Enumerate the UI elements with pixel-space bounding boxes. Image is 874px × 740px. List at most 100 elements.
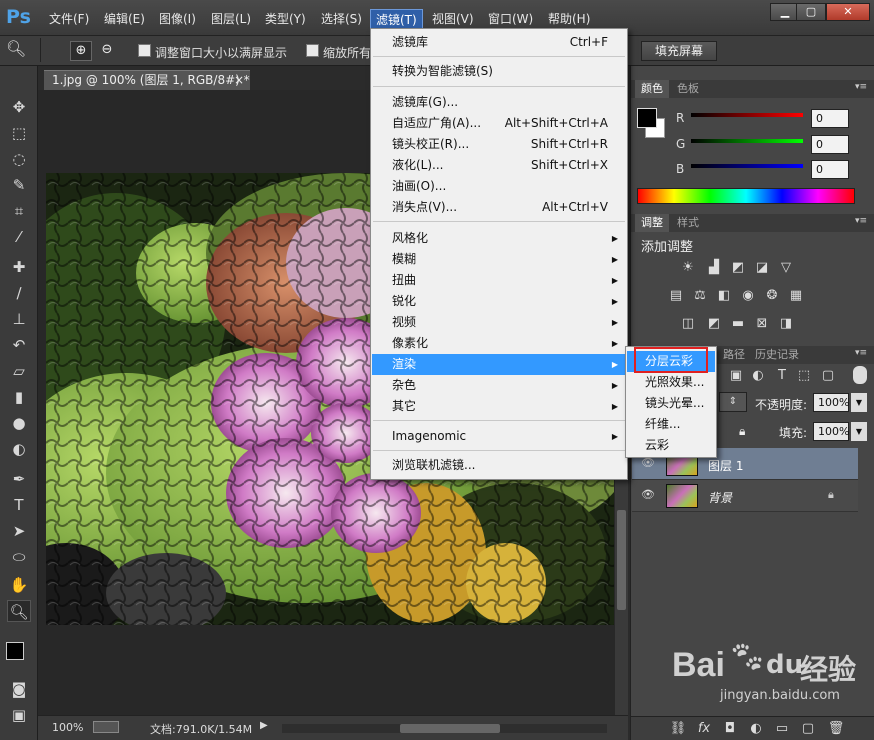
foreground-color-swatch[interactable]	[6, 642, 24, 660]
tab-history[interactable]: 历史记录	[749, 346, 805, 364]
history-brush-icon[interactable]: ↶	[7, 334, 31, 356]
new-group-icon[interactable]: ▭	[773, 721, 791, 737]
menu-item-liquify[interactable]: 液化(L)... Shift+Ctrl+X	[372, 155, 626, 176]
tab-color[interactable]: 颜色	[635, 80, 669, 98]
menu-item-sharpen[interactable]: 锐化 ▶	[372, 291, 626, 312]
channel-g-value[interactable]: 0	[811, 135, 849, 154]
channel-b-value[interactable]: 0	[811, 160, 849, 179]
brightness-icon[interactable]: ☀	[679, 260, 697, 276]
filter-type-icon[interactable]: T	[773, 368, 791, 384]
invert-icon[interactable]: ◫	[679, 316, 697, 332]
menu-item-distort[interactable]: 扭曲 ▶	[372, 270, 626, 291]
menu-select[interactable]: 选择(S)	[316, 9, 367, 29]
eraser-tool-icon[interactable]: ▱	[7, 360, 31, 382]
type-tool-icon[interactable]: T	[7, 494, 31, 516]
filter-adjustment-icon[interactable]: ◐	[749, 368, 767, 384]
menu-item-adaptive-wide-angle[interactable]: 自适应广角(A)... Alt+Shift+Ctrl+A	[372, 113, 626, 134]
adjustments-menu-icon[interactable]: ▾≡	[855, 216, 867, 226]
background-layer-name[interactable]: 背景	[708, 489, 732, 506]
exposure-icon[interactable]: ◪	[753, 260, 771, 276]
lock-all-icon[interactable]: 🔒︎	[739, 424, 745, 439]
menu-item-video[interactable]: 视频 ▶	[372, 312, 626, 333]
zoom-all-checkbox[interactable]	[306, 44, 319, 57]
horizontal-scroll-thumb[interactable]	[400, 724, 500, 733]
tab-styles[interactable]: 样式	[671, 214, 705, 232]
layers-menu-icon[interactable]: ▾≡	[855, 348, 867, 358]
levels-icon[interactable]: ▟	[705, 260, 723, 276]
submenu-item-lens-flare[interactable]: 镜头光晕...	[627, 393, 715, 414]
add-mask-icon[interactable]: ◘	[721, 721, 739, 737]
submenu-item-lighting-effects[interactable]: 光照效果...	[627, 372, 715, 393]
menu-help[interactable]: 帮助(H)	[543, 9, 595, 29]
link-layers-icon[interactable]: ⛓	[669, 721, 687, 737]
menu-item-filter-gallery[interactable]: 滤镜库(G)...	[372, 92, 626, 113]
filter-toggle[interactable]	[853, 366, 867, 384]
menu-item-lens-correction[interactable]: 镜头校正(R)... Shift+Ctrl+R	[372, 134, 626, 155]
filter-pixel-icon[interactable]: ▣	[727, 368, 745, 384]
brush-tool-icon[interactable]: ∕	[7, 282, 31, 304]
fill-dropdown-icon[interactable]: ▼	[851, 422, 867, 441]
pen-tool-icon[interactable]: ✒	[7, 468, 31, 490]
close-window-button[interactable]: ✕	[826, 3, 870, 21]
channel-g-slider[interactable]	[691, 139, 803, 143]
menu-window[interactable]: 窗口(W)	[483, 9, 538, 29]
resize-windows-checkbox[interactable]	[138, 44, 151, 57]
channel-r-slider[interactable]	[691, 113, 803, 117]
move-tool-icon[interactable]: ✥	[7, 96, 31, 118]
curves-icon[interactable]: ◩	[729, 260, 747, 276]
status-menu-arrow-icon[interactable]: ▶	[260, 720, 268, 731]
panel-menu-icon[interactable]: ▾≡	[855, 82, 867, 92]
posterize-icon[interactable]: ◩	[705, 316, 723, 332]
quick-select-tool-icon[interactable]: ✎	[7, 174, 31, 196]
zoom-level[interactable]: 100%	[52, 721, 83, 734]
zoom-out-icon[interactable]: ⊖	[96, 41, 118, 61]
document-tab[interactable]: 1.jpg @ 100% (图层 1, RGB/8#) * ×	[44, 70, 250, 90]
layer1-name[interactable]: 图层 1	[708, 457, 743, 474]
new-adjustment-layer-icon[interactable]: ◐	[747, 721, 765, 737]
menu-layer[interactable]: 图层(L)	[206, 9, 256, 29]
menu-item-noise[interactable]: 杂色 ▶	[372, 375, 626, 396]
document-tab-close-icon[interactable]: ×	[234, 71, 244, 90]
vertical-scroll-thumb[interactable]	[617, 510, 626, 610]
menu-item-vanishing-point[interactable]: 消失点(V)... Alt+Ctrl+V	[372, 197, 626, 218]
menu-file[interactable]: 文件(F)	[44, 9, 94, 29]
hue-saturation-icon[interactable]: ▤	[667, 288, 685, 304]
channel-b-slider[interactable]	[691, 164, 803, 168]
marquee-tool-icon[interactable]: ⬚	[7, 122, 31, 144]
fill-screen-button[interactable]: 填充屏幕	[641, 41, 717, 61]
color-spectrum-bar[interactable]	[637, 188, 855, 204]
blend-mode-dropdown-icon[interactable]: ⇕	[719, 392, 747, 412]
menu-item-stylize[interactable]: 风格化 ▶	[372, 228, 626, 249]
color-balance-icon[interactable]: ⚖	[691, 288, 709, 304]
opacity-dropdown-icon[interactable]: ▼	[851, 393, 867, 412]
tab-paths[interactable]: 路径	[717, 346, 751, 364]
menu-filter[interactable]: 滤镜(T)	[370, 9, 423, 29]
menu-image[interactable]: 图像(I)	[154, 9, 201, 29]
healing-brush-icon[interactable]: ✚	[7, 256, 31, 278]
gradient-map-icon[interactable]: ⊠	[753, 316, 771, 332]
lasso-tool-icon[interactable]: ◌	[7, 148, 31, 170]
channel-r-value[interactable]: 0	[811, 109, 849, 128]
zoom-in-icon[interactable]: ⊕	[70, 41, 92, 61]
menu-item-render[interactable]: 渲染 ▶	[372, 354, 626, 375]
black-white-icon[interactable]: ◧	[715, 288, 733, 304]
menu-item-oil-paint[interactable]: 油画(O)...	[372, 176, 626, 197]
zoom-tool-icon[interactable]: 🔍︎	[7, 600, 31, 622]
gradient-tool-icon[interactable]: ▮	[7, 386, 31, 408]
blur-tool-icon[interactable]: ●	[7, 412, 31, 434]
menu-item-other[interactable]: 其它 ▶	[372, 396, 626, 417]
restore-button[interactable]: ▢	[796, 3, 826, 21]
selective-color-icon[interactable]: ◨	[777, 316, 795, 332]
zoom-tool-preset-icon[interactable]: 🔍︎	[6, 39, 26, 61]
vibrance-icon[interactable]: ▽	[777, 260, 795, 276]
submenu-item-fibers[interactable]: 纤维...	[627, 414, 715, 435]
quick-mask-icon[interactable]: ◙	[7, 678, 31, 700]
menu-item-imagenomic[interactable]: Imagenomic ▶	[372, 426, 626, 447]
status-preview-icon[interactable]	[93, 721, 119, 733]
background-visibility-eye-icon[interactable]: 👁︎	[640, 488, 656, 504]
eyedropper-tool-icon[interactable]: ⁄	[7, 226, 31, 248]
crop-tool-icon[interactable]: ⌗	[7, 200, 31, 222]
path-select-icon[interactable]: ➤	[7, 520, 31, 542]
filter-smart-object-icon[interactable]: ▢	[819, 368, 837, 384]
menu-item-convert-smart-filters[interactable]: 转换为智能滤镜(S)	[372, 61, 626, 82]
